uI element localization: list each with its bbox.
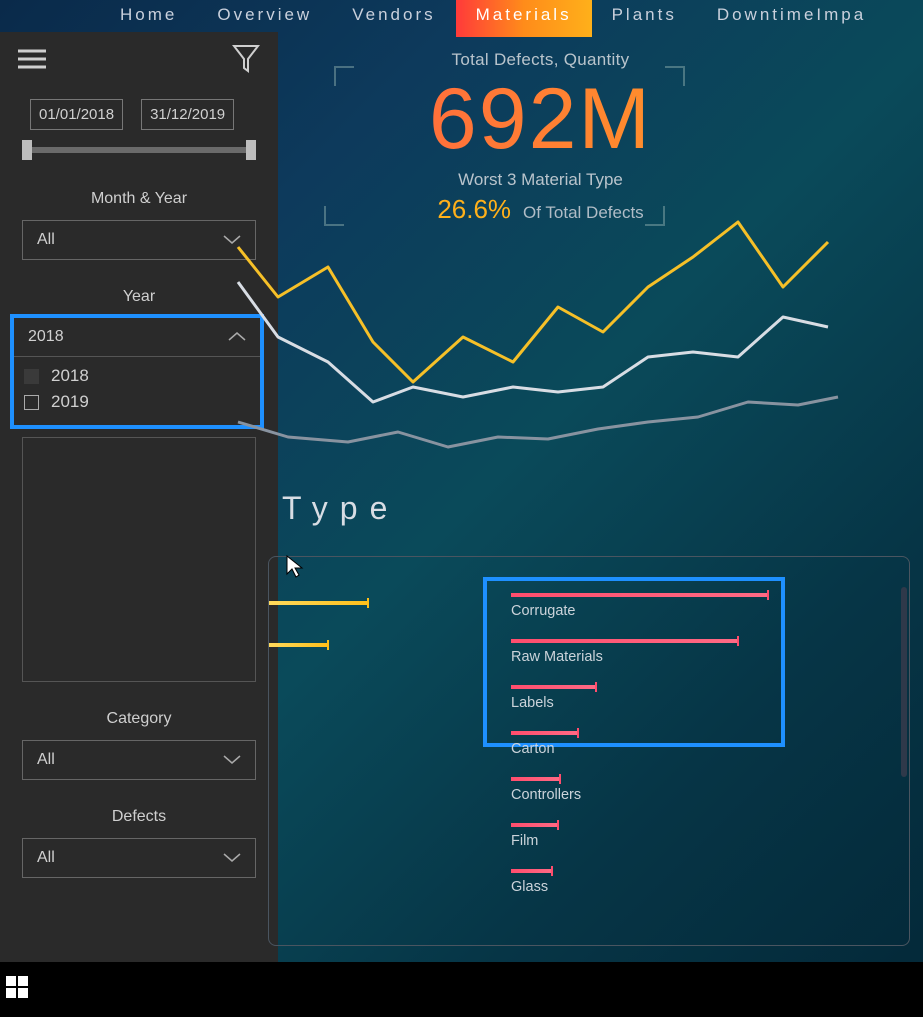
- bar-row[interactable]: Controllers: [511, 777, 581, 803]
- bar-fill: [511, 869, 553, 873]
- windows-start-icon[interactable]: [4, 974, 30, 1005]
- scrollbar-thumb[interactable]: [901, 587, 907, 777]
- bar-label: Raw Materials: [511, 649, 739, 665]
- bar-label: Glass: [511, 879, 553, 895]
- slider-handle-start[interactable]: [22, 140, 32, 160]
- month-year-value: All: [37, 231, 55, 249]
- chevron-down-icon: [223, 853, 241, 863]
- year-listbox-empty: [22, 437, 256, 682]
- bar-segment: [269, 643, 329, 647]
- bar-label: Film: [511, 833, 559, 849]
- main-content: Total Defects, Quantity 692M Worst 3 Mat…: [278, 32, 923, 962]
- corner-decoration: [665, 66, 685, 86]
- top-nav: Home Overview Vendors Materials Plants D…: [0, 0, 923, 32]
- bar-row[interactable]: Corrugate: [511, 593, 769, 619]
- material-type-bars: Corrugate Raw Materials Labels Carton Contro…: [268, 556, 910, 946]
- corner-decoration: [334, 66, 354, 86]
- bar-label: Labels: [511, 695, 597, 711]
- bar-label: Carton: [511, 741, 579, 757]
- bar-label: Corrugate: [511, 603, 769, 619]
- bar-row[interactable]: Film: [511, 823, 559, 849]
- defects-value: All: [37, 849, 55, 867]
- bar-fill: [511, 685, 597, 689]
- checkbox-icon: [24, 395, 39, 410]
- total-defects-label: Total Defects, Quantity: [158, 50, 923, 70]
- year-dropdown[interactable]: 2018 2018 2019: [10, 314, 264, 429]
- hamburger-icon[interactable]: [18, 48, 46, 75]
- category-label: Category: [18, 710, 260, 728]
- bar-row[interactable]: Labels: [511, 685, 597, 711]
- bar-row[interactable]: Glass: [511, 869, 553, 895]
- bar-fill: [511, 593, 769, 597]
- bar-row[interactable]: Carton: [511, 731, 579, 757]
- bar-segment: [269, 601, 369, 605]
- bar-fill: [511, 777, 561, 781]
- chevron-down-icon: [223, 755, 241, 765]
- bar-label: Controllers: [511, 787, 581, 803]
- date-start-input[interactable]: 01/01/2018: [30, 99, 123, 130]
- windows-taskbar[interactable]: [0, 962, 923, 1017]
- defects-label: Defects: [18, 808, 260, 826]
- year-value: 2018: [28, 328, 64, 346]
- bar-fill: [511, 731, 579, 735]
- section-title-type: Type: [282, 490, 399, 527]
- total-defects-value: 692M: [158, 76, 923, 162]
- defects-dropdown[interactable]: All: [22, 838, 256, 878]
- bar-row[interactable]: Raw Materials: [511, 639, 739, 665]
- year-option-2018[interactable]: 2018: [24, 363, 250, 389]
- month-year-dropdown[interactable]: All: [22, 220, 256, 260]
- trend-line-chart: [238, 187, 878, 487]
- bar-fill: [511, 639, 739, 643]
- category-value: All: [37, 751, 55, 769]
- category-dropdown[interactable]: All: [22, 740, 256, 780]
- year-option-2019[interactable]: 2019: [24, 389, 250, 415]
- bar-fill: [511, 823, 559, 827]
- year-label: Year: [18, 288, 260, 306]
- checkbox-icon: [24, 369, 39, 384]
